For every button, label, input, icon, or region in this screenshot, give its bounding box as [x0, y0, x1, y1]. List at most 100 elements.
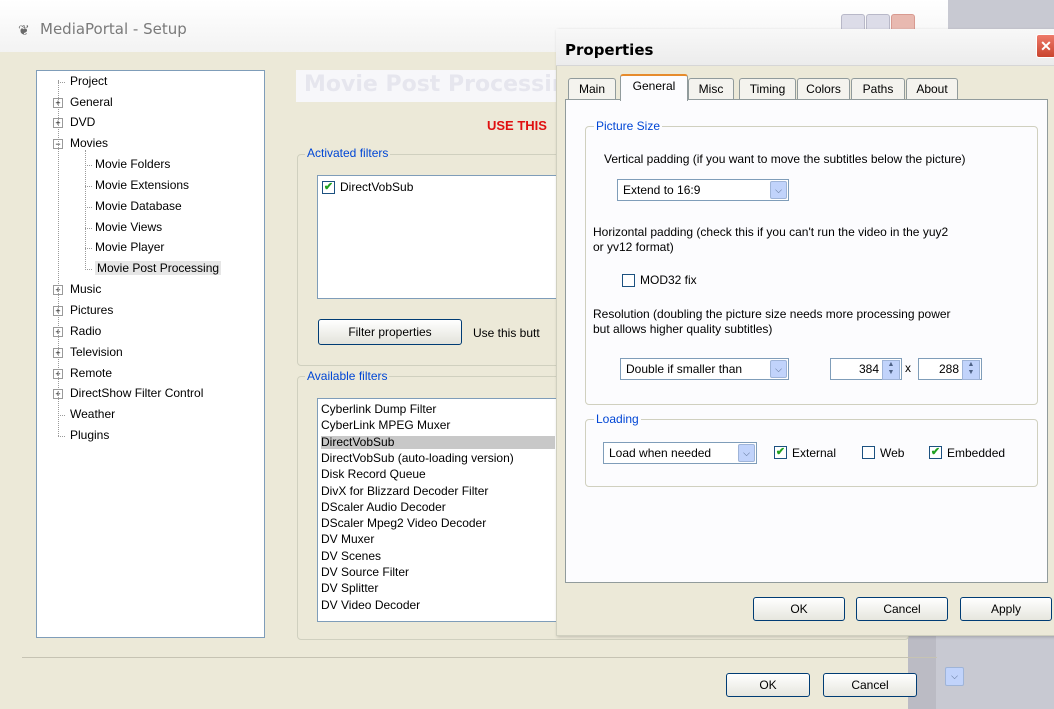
tab-colors[interactable]: Colors	[797, 78, 850, 99]
bottom-separator	[22, 657, 937, 658]
loading-label: Loading	[594, 412, 641, 426]
tree-connector-line	[58, 415, 65, 416]
tree-connector-line	[85, 150, 86, 270]
list-item[interactable]: DivX for Blizzard Decoder Filter	[321, 484, 555, 498]
properties-cancel-button[interactable]: Cancel	[856, 597, 948, 621]
tree-item-plugins[interactable]: Plugins	[70, 428, 109, 442]
embedded-checkbox[interactable]: ✔	[929, 446, 942, 459]
list-item[interactable]: DV Splitter	[321, 582, 555, 595]
spin-down-icon[interactable]: ▼	[888, 369, 895, 376]
vertical-padding-select[interactable]: Extend to 16:9 ⌵	[617, 179, 789, 201]
resolution-width-stepper[interactable]: 384 ▲ ▼	[830, 358, 902, 380]
tree-connector-line	[58, 80, 59, 436]
tree-connector-line	[85, 228, 92, 229]
resolution-mode-select[interactable]: Double if smaller than ⌵	[620, 358, 789, 380]
tree-item-movies[interactable]: Movies	[70, 136, 108, 150]
loading-mode-select[interactable]: Load when needed ⌵	[603, 442, 757, 464]
tab-paths[interactable]: Paths	[851, 78, 905, 99]
filter-hint-text: Use this butt	[473, 326, 540, 340]
resolution-x-label: x	[905, 361, 911, 375]
app-logo-icon: ❦	[18, 22, 30, 38]
tree-item-movie-database[interactable]: Movie Database	[95, 199, 182, 213]
chevron-down-icon[interactable]: ⌵	[770, 181, 787, 199]
tree-item-movie-views[interactable]: Movie Views	[95, 220, 162, 234]
spin-down-icon[interactable]: ▼	[968, 369, 975, 376]
properties-title: Properties	[565, 41, 654, 59]
tree-connector-line	[85, 186, 92, 187]
list-item[interactable]: DScaler Audio Decoder	[321, 500, 555, 514]
tree-item-television[interactable]: Television	[70, 345, 123, 359]
mod32-checkbox[interactable]	[622, 274, 635, 287]
tab-main[interactable]: Main	[568, 78, 616, 99]
tree-item-radio[interactable]: Radio	[70, 324, 101, 338]
loading-mode-value: Load when needed	[609, 446, 712, 460]
list-item[interactable]: DV Scenes	[321, 549, 555, 563]
tree-item-directshow-filter-control[interactable]: DirectShow Filter Control	[70, 386, 203, 400]
available-filters-label: Available filters	[305, 369, 390, 383]
horizontal-padding-text-2: or yv12 format)	[593, 240, 674, 254]
tab-timing[interactable]: Timing	[739, 78, 796, 99]
picture-size-label: Picture Size	[594, 119, 663, 133]
resolution-width-value: 384	[858, 362, 879, 376]
list-item[interactable]: CyberLink MPEG Muxer	[321, 419, 555, 432]
tree-item-project[interactable]: Project	[70, 74, 107, 88]
tab-misc[interactable]: Misc	[688, 78, 734, 99]
properties-close-button[interactable]: ✕	[1036, 34, 1054, 58]
properties-ok-button[interactable]: OK	[753, 597, 845, 621]
list-item[interactable]: DirectVobSub (auto-loading version)	[321, 451, 555, 465]
list-item[interactable]: Disk Record Queue	[321, 468, 555, 481]
spin-up-icon[interactable]: ▲	[888, 361, 895, 368]
resolution-text-1: Resolution (doubling the picture size ne…	[593, 307, 951, 321]
tree-connector-line	[85, 248, 92, 249]
page-title: Movie Post Processing	[304, 72, 558, 97]
chevron-down-icon[interactable]: ⌵	[945, 667, 964, 686]
use-this-warning: USE THIS	[487, 118, 547, 133]
web-checkbox[interactable]	[862, 446, 875, 459]
external-label[interactable]: External	[792, 446, 836, 460]
list-item[interactable]: DV Muxer	[321, 533, 555, 546]
properties-apply-button[interactable]: Apply	[960, 597, 1052, 621]
list-item[interactable]: DirectVobSub	[321, 435, 555, 449]
list-item[interactable]: DScaler Mpeg2 Video Decoder	[321, 517, 555, 530]
tree-item-movie-player[interactable]: Movie Player	[95, 240, 164, 254]
tree-item-movie-extensions[interactable]: Movie Extensions	[95, 178, 189, 192]
vertical-padding-value: Extend to 16:9	[623, 183, 701, 197]
available-filters-list[interactable]: Cyberlink Dump Filter CyberLink MPEG Muxe…	[317, 398, 559, 622]
activated-filter-label[interactable]: DirectVobSub	[340, 180, 413, 194]
tree-item-general[interactable]: General	[70, 95, 113, 109]
resolution-text-2: but allows higher quality subtitles)	[593, 322, 773, 336]
list-item[interactable]: DV Source Filter	[321, 566, 555, 579]
embedded-label[interactable]: Embedded	[947, 446, 1005, 460]
tree-item-dvd[interactable]: DVD	[70, 115, 95, 129]
main-ok-button[interactable]: OK	[726, 673, 810, 697]
horizontal-padding-text-1: Horizontal padding (check this if you ca…	[593, 225, 949, 239]
tree-connector-line	[58, 82, 65, 83]
tree-item-movie-post-processing[interactable]: Movie Post Processing	[95, 261, 222, 275]
tree-item-pictures[interactable]: Pictures	[70, 303, 113, 317]
main-window-title: MediaPortal - Setup	[40, 20, 187, 38]
chevron-down-icon[interactable]: ⌵	[738, 444, 755, 462]
external-checkbox[interactable]: ✔	[774, 446, 787, 459]
spin-arrows-icon[interactable]: ▲ ▼	[962, 360, 980, 380]
spin-arrows-icon[interactable]: ▲ ▼	[882, 360, 900, 380]
tree-item-music[interactable]: Music	[70, 282, 101, 296]
list-item[interactable]: DV Video Decoder	[321, 598, 555, 612]
tab-general[interactable]: General	[620, 74, 688, 101]
mod32-label[interactable]: MOD32 fix	[640, 273, 697, 287]
tree-item-remote[interactable]: Remote	[70, 366, 112, 380]
resolution-mode-value: Double if smaller than	[626, 362, 743, 376]
tab-about[interactable]: About	[906, 78, 958, 99]
directvobsub-checkbox[interactable]: ✔	[322, 181, 335, 194]
filter-properties-button[interactable]: Filter properties	[318, 319, 462, 345]
tree-item-weather[interactable]: Weather	[70, 407, 115, 421]
main-cancel-button[interactable]: Cancel	[823, 673, 917, 697]
chevron-down-icon[interactable]: ⌵	[770, 360, 787, 378]
tree-item-movie-folders[interactable]: Movie Folders	[95, 157, 170, 171]
activated-filters-label: Activated filters	[305, 146, 391, 160]
web-label[interactable]: Web	[880, 446, 904, 460]
vertical-padding-text: Vertical padding (if you want to move th…	[604, 152, 966, 166]
list-item[interactable]: Cyberlink Dump Filter	[321, 403, 555, 416]
resolution-height-stepper[interactable]: 288 ▲ ▼	[918, 358, 982, 380]
spin-up-icon[interactable]: ▲	[968, 361, 975, 368]
activated-filters-list[interactable]: ✔ DirectVobSub	[317, 175, 559, 299]
